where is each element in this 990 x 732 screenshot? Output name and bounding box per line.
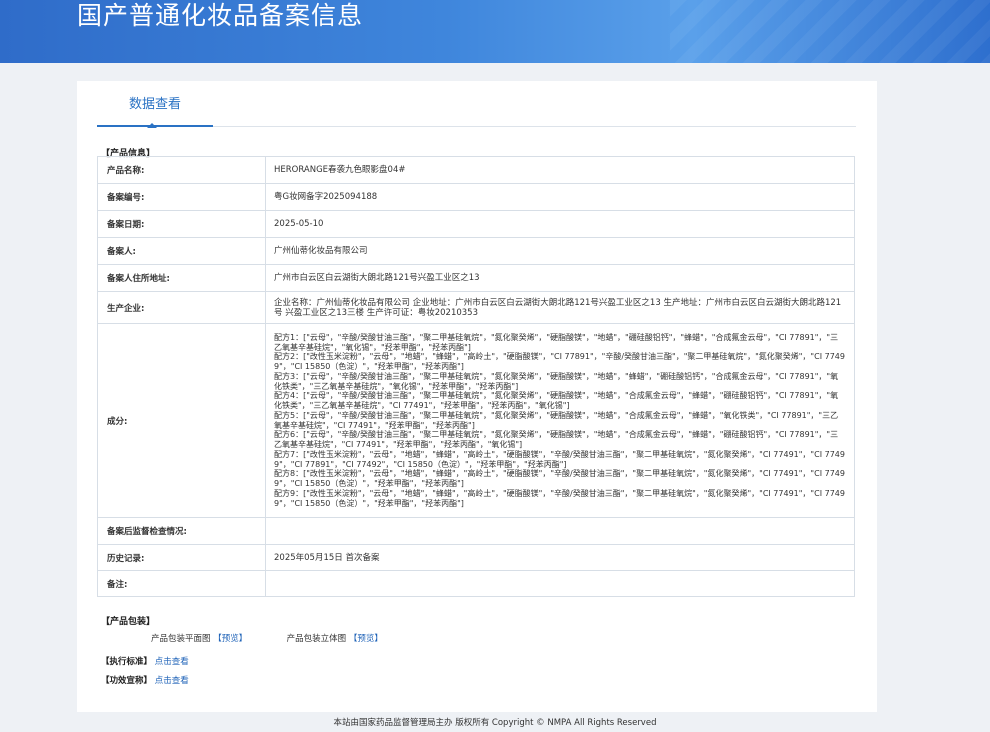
field-label: 成分: bbox=[97, 323, 266, 518]
formula-line: 配方3：["云母"，"辛酸/癸酸甘油三酯"，"聚二甲基硅氧烷"，"氮化聚癸烯"，… bbox=[274, 371, 839, 391]
section-title-packaging: 【产品包装】 bbox=[101, 617, 156, 627]
page-footer: 本站由国家药品监督管理局主办 版权所有 Copyright © NMPA All… bbox=[333, 718, 657, 728]
standard-row: 【执行标准】 点击查看 bbox=[101, 655, 189, 667]
tab-data-view[interactable]: 数据查看 bbox=[97, 81, 213, 127]
field-label: 生产企业: bbox=[97, 291, 266, 324]
standard-view-link[interactable]: 点击查看 bbox=[155, 657, 189, 667]
package-flat-preview-link[interactable]: 【预览】 bbox=[213, 634, 247, 644]
efficacy-view-link[interactable]: 点击查看 bbox=[155, 676, 189, 686]
field-label: 备案人住所地址: bbox=[97, 264, 266, 292]
tab-bar: 数据查看 bbox=[97, 81, 856, 128]
remarks-value bbox=[265, 570, 855, 597]
formula-line: 配方6：["云母"，"辛酸/癸酸甘油三酯"，"聚二甲基硅氧烷"，"氮化聚癸烯"，… bbox=[274, 430, 839, 449]
field-label: 历史记录: bbox=[97, 544, 266, 571]
table-row: 备案人: 广州仙蒂化妆品有限公司 bbox=[97, 237, 855, 265]
field-label: 备案人: bbox=[97, 237, 266, 265]
table-row: 备案编号: 粤G妆网备字2025094188 bbox=[97, 183, 855, 211]
product-info-table: 产品名称: HERORANGE春袭九色眼影盘04# 备案编号: 粤G妆网备字20… bbox=[97, 156, 855, 597]
tab-active-caret bbox=[147, 123, 157, 128]
table-row: 产品名称: HERORANGE春袭九色眼影盘04# bbox=[97, 156, 855, 184]
formula-line: 配方9：["改性玉米淀粉"，"云母"，"地蜡"，"蜂蜡"，"高岭土"，"硬脂酸镁… bbox=[274, 488, 845, 508]
table-row: 备案日期: 2025-05-10 bbox=[97, 210, 855, 238]
table-row: 成分: 配方1：["云母"，"辛酸/癸酸甘油三酯"，"聚二甲基硅氧烷"，"氮化聚… bbox=[97, 323, 855, 518]
package-solid-label: 产品包装立体图 bbox=[286, 634, 347, 644]
page-title: 国产普通化妆品备案信息 bbox=[77, 1, 364, 30]
registrant-name: 广州仙蒂化妆品有限公司 bbox=[265, 237, 855, 265]
manufacturer-info: 企业名称：广州仙蒂化妆品有限公司 企业地址：广州市白云区白云湖街大朗北路121号… bbox=[265, 291, 855, 324]
formula-line: 配方7：["改性玉米淀粉"，"云母"，"地蜡"，"蜂蜡"，"高岭土"，"硬脂酸镁… bbox=[274, 449, 845, 469]
section-title-standard: 【执行标准】 bbox=[101, 657, 153, 667]
field-label: 产品名称: bbox=[97, 156, 266, 184]
package-flat-label: 产品包装平面图 bbox=[151, 634, 211, 644]
formula-line: 配方2：["改性玉米淀粉"，"云母"，"地蜡"，"蜂蜡"，"高岭土"，"硬脂酸镁… bbox=[274, 352, 845, 371]
formula-line: 配方5：["云母"，"辛酸/癸酸甘油三酯"，"聚二甲基硅氧烷"，"氮化聚癸烯"，… bbox=[274, 410, 839, 430]
table-row: 备案人住所地址: 广州市白云区白云湖街大朗北路121号兴盈工业区之13 bbox=[97, 264, 855, 292]
formula-line: 配方1：["云母"，"辛酸/癸酸甘油三酯"，"聚二甲基硅氧烷"，"氮化聚癸烯"，… bbox=[274, 332, 839, 352]
formula-line: 配方4：["云母"，"辛酸/癸酸甘油三酯"，"聚二甲基硅氧烷"，"氮化聚癸烯"，… bbox=[274, 391, 839, 410]
inspection-status bbox=[265, 517, 855, 545]
registrant-address: 广州市白云区白云湖街大朗北路121号兴盈工业区之13 bbox=[265, 264, 855, 292]
table-row: 历史记录: 2025年05月15日 首次备案 bbox=[97, 544, 855, 571]
formula-line: 配方8：["改性玉米淀粉"，"云母"，"地蜡"，"蜂蜡"，"高岭土"，"硬脂酸镁… bbox=[274, 469, 845, 488]
field-label: 备案后监督检查情况: bbox=[97, 517, 266, 545]
table-row: 生产企业: 企业名称：广州仙蒂化妆品有限公司 企业地址：广州市白云区白云湖街大朗… bbox=[97, 291, 855, 324]
table-row: 备注: bbox=[97, 570, 855, 597]
registration-date: 2025-05-10 bbox=[265, 210, 855, 238]
page-banner: 国产普通化妆品备案信息 bbox=[0, 0, 990, 63]
section-title-efficacy: 【功效宣称】 bbox=[101, 676, 153, 686]
field-label: 备案日期: bbox=[97, 210, 266, 238]
field-label: 备注: bbox=[97, 570, 266, 597]
registration-number: 粤G妆网备字2025094188 bbox=[265, 183, 855, 211]
product-name: HERORANGE春袭九色眼影盘04# bbox=[265, 156, 855, 184]
packaging-row: 产品包装平面图 【预览】 产品包装立体图 【预览】 bbox=[151, 632, 383, 644]
field-label: 备案编号: bbox=[97, 183, 266, 211]
table-row: 备案后监督检查情况: bbox=[97, 517, 855, 545]
package-solid-preview-link[interactable]: 【预览】 bbox=[349, 634, 383, 644]
history-record: 2025年05月15日 首次备案 bbox=[265, 544, 855, 571]
ingredients-cell: 配方1：["云母"，"辛酸/癸酸甘油三酯"，"聚二甲基硅氧烷"，"氮化聚癸烯"，… bbox=[265, 323, 855, 518]
efficacy-row: 【功效宣称】 点击查看 bbox=[101, 674, 189, 686]
content-panel: 数据查看 【产品信息】 产品名称: HERORANGE春袭九色眼影盘04# 备案… bbox=[77, 81, 877, 712]
